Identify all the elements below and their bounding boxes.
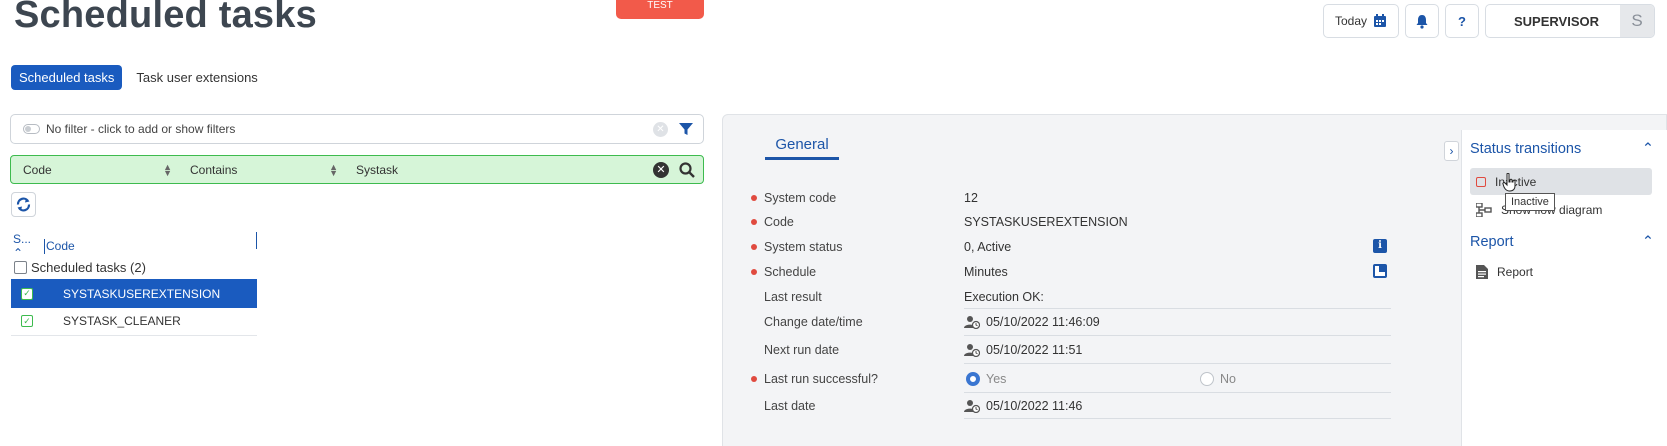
- avatar: S: [1620, 5, 1654, 37]
- side-panel: Status transitions ⌃ Inactive Show flow …: [1461, 130, 1667, 446]
- column-header-code[interactable]: Code: [46, 239, 75, 253]
- sort-arrows-icon: ▲ ▼: [329, 161, 338, 178]
- active-check-icon: ✓: [21, 287, 33, 300]
- filter-placeholder: No filter - click to add or show filters: [46, 122, 236, 136]
- remove-filter-icon[interactable]: ✕: [653, 162, 669, 178]
- tab-task-user-extensions[interactable]: Task user extensions: [128, 65, 265, 90]
- report-button[interactable]: Report: [1470, 258, 1652, 285]
- row-code: SYSTASK_CLEANER: [63, 314, 181, 328]
- required-dot: [751, 269, 757, 275]
- user-clock-icon: [964, 315, 980, 329]
- group-header[interactable]: Scheduled tasks (2): [14, 260, 146, 275]
- sort-arrows-icon: ▲ ▼: [163, 161, 172, 178]
- top-right-toolbar: Today ? SUPERVISOR S: [1323, 4, 1655, 38]
- help-button[interactable]: ?: [1445, 4, 1479, 38]
- toggle-icon[interactable]: [23, 124, 40, 134]
- clear-filter-icon[interactable]: ✕: [653, 122, 668, 137]
- group-label: Scheduled tasks (2): [31, 260, 146, 275]
- filter-value-text: Systask: [356, 162, 399, 177]
- field-last-result: Last result Execution OK:: [751, 285, 1391, 309]
- table-row[interactable]: ✓ SYSTASKUSEREXTENSION: [11, 279, 257, 308]
- radio-button[interactable]: [966, 371, 980, 386]
- tab-scheduled-tasks[interactable]: Scheduled tasks: [11, 65, 123, 90]
- column-divider[interactable]: [44, 238, 45, 254]
- report-label: Report: [1497, 264, 1534, 279]
- calendar-icon: [1374, 14, 1387, 27]
- schedule-value: Minutes: [964, 265, 1008, 279]
- field-system-status: System status 0, Active i: [751, 235, 1391, 259]
- field-last-run-successful: Last run successful? Yes No: [751, 365, 1391, 393]
- refresh-button[interactable]: [11, 192, 36, 217]
- bell-icon: [1416, 14, 1428, 29]
- radio-button[interactable]: [1200, 371, 1214, 386]
- page-title: Scheduled tasks: [14, 0, 317, 36]
- required-dot: [751, 376, 757, 382]
- tab-bar: Scheduled tasks Task user extensions: [11, 65, 266, 90]
- funnel-icon[interactable]: [679, 122, 693, 136]
- filter-field-select[interactable]: Code ▲ ▼: [11, 156, 178, 183]
- filter-operator-label: Contains: [190, 162, 238, 177]
- collapse-side-panel-button[interactable]: ›: [1444, 141, 1459, 161]
- status-transitions-title: Status transitions: [1470, 141, 1582, 157]
- hand-cursor-icon: [1502, 173, 1516, 192]
- notifications-button[interactable]: [1405, 4, 1439, 38]
- field-code: Code SYSTASKUSEREXTENSION: [751, 210, 1391, 234]
- filter-condition-row: Code ▲ ▼ Contains ▲ ▼ Systask ✕: [10, 155, 704, 184]
- filter-bar[interactable]: No filter - click to add or show filters…: [10, 114, 704, 144]
- filter-field-label: Code: [23, 162, 52, 177]
- filter-operator-select[interactable]: Contains ▲ ▼: [178, 156, 344, 183]
- today-label: Today: [1334, 14, 1368, 28]
- change-date-value: 05/10/2022 11:46:09: [986, 314, 1100, 329]
- show-flow-diagram-button[interactable]: Show flow diagram: [1470, 196, 1652, 223]
- table-row[interactable]: ✓ SYSTASK_CLEANER: [11, 307, 257, 336]
- system-status-value: 0, Active: [964, 240, 1012, 254]
- next-run-value: 05/10/2022 11:51: [986, 342, 1083, 357]
- list-header: S... ⌃ Code: [13, 232, 257, 260]
- open-schedule-icon[interactable]: [1373, 264, 1387, 278]
- radio-no[interactable]: No: [1200, 371, 1236, 386]
- user-name: SUPERVISOR: [1514, 13, 1600, 29]
- field-change-date: Change date/time 05/10/2022 11:46:09: [751, 308, 1391, 336]
- filter-value-input[interactable]: Systask: [344, 156, 604, 183]
- field-next-run: Next run date 05/10/2022 11:51: [751, 336, 1391, 364]
- active-check-icon: ✓: [21, 315, 33, 327]
- inactive-transition-button[interactable]: Inactive: [1470, 168, 1652, 195]
- report-title: Report: [1470, 234, 1514, 250]
- user-clock-icon: [964, 343, 980, 357]
- search-icon[interactable]: [679, 162, 695, 178]
- flow-diagram-icon: [1476, 202, 1492, 217]
- help-icon: ?: [1458, 13, 1466, 29]
- user-menu-button[interactable]: SUPERVISOR S: [1485, 4, 1655, 38]
- status-transitions-header[interactable]: Status transitions ⌃: [1470, 141, 1654, 157]
- row-code: SYSTASKUSEREXTENSION: [63, 286, 221, 301]
- field-schedule: Schedule Minutes: [751, 260, 1391, 284]
- chevron-up-icon: ⌃: [1641, 234, 1654, 250]
- required-dot: [751, 195, 757, 201]
- field-system-code: System code 12: [751, 186, 1391, 210]
- sort-asc-icon: ⌃: [13, 246, 24, 260]
- tooltip: Inactive: [1505, 193, 1555, 211]
- tab-general[interactable]: General: [765, 136, 839, 160]
- column-divider[interactable]: [256, 232, 257, 249]
- inactive-status-icon: [1476, 176, 1486, 187]
- chevron-up-icon: ⌃: [1641, 141, 1654, 157]
- group-checkbox[interactable]: [14, 261, 27, 274]
- refresh-icon: [16, 197, 31, 212]
- document-icon: [1476, 264, 1488, 279]
- user-clock-icon: [964, 399, 980, 413]
- info-icon[interactable]: i: [1373, 239, 1387, 253]
- required-dot: [751, 219, 757, 225]
- required-dot: [751, 244, 757, 250]
- report-header[interactable]: Report ⌃: [1470, 234, 1654, 250]
- chevron-right-icon: ›: [1449, 144, 1454, 158]
- environment-badge: TEST: [616, 0, 704, 19]
- column-header-status[interactable]: S... ⌃: [13, 232, 43, 260]
- field-last-date: Last date 05/10/2022 11:46: [751, 393, 1391, 419]
- today-button[interactable]: Today: [1323, 4, 1399, 38]
- last-date-value: 05/10/2022 11:46: [986, 398, 1083, 413]
- radio-yes[interactable]: Yes: [964, 371, 1194, 386]
